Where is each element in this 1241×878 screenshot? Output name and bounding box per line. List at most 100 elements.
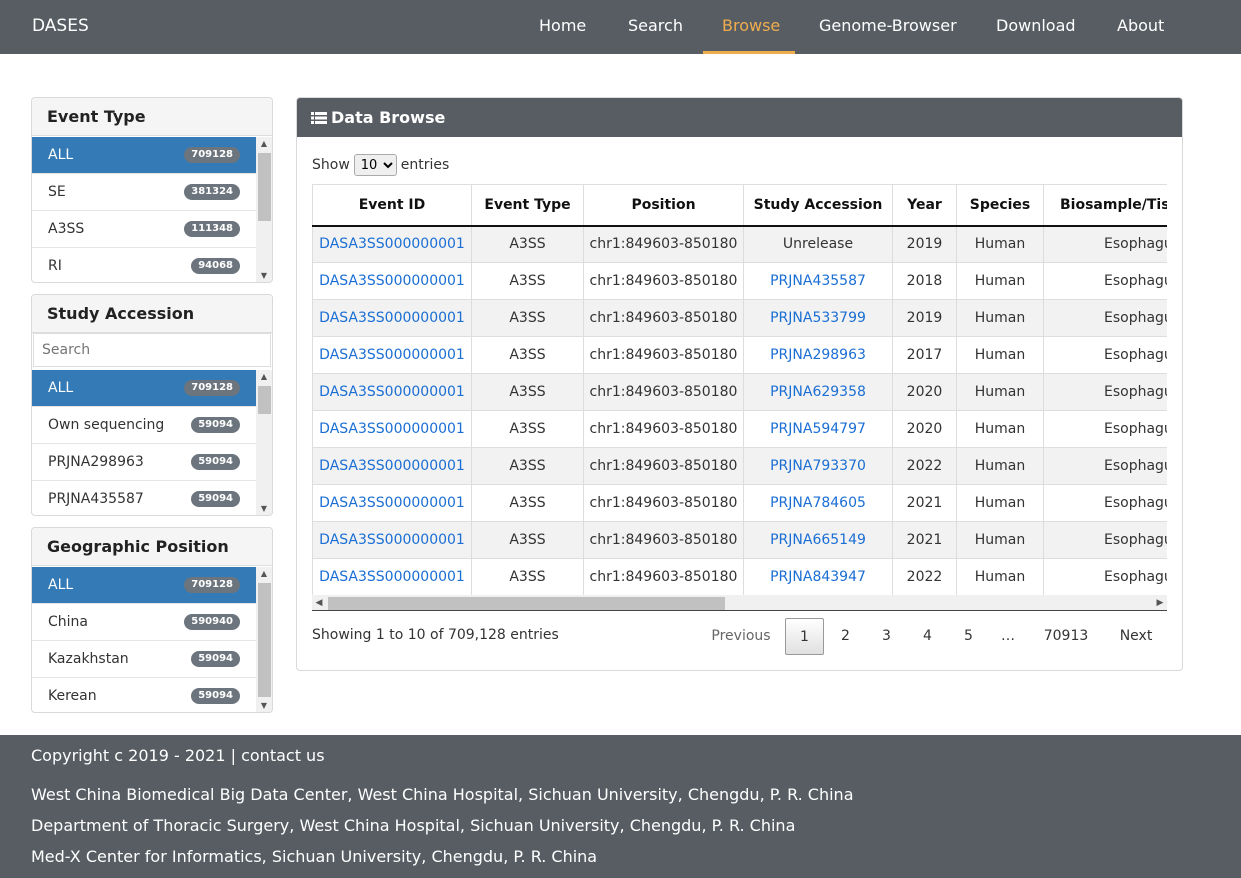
event-id-link[interactable]: DASA3SS000000001	[319, 236, 465, 252]
table-cell: Esophagu	[1043, 521, 1167, 559]
pagination-next[interactable]: Next	[1105, 618, 1167, 655]
column-header-year[interactable]: Year	[892, 184, 957, 227]
list-item-label: ALL	[48, 147, 74, 163]
scroll-up-icon[interactable]: ▲	[256, 137, 272, 151]
scroll-left-icon[interactable]: ◀	[312, 595, 326, 611]
study-item-all[interactable]: ALL 709128	[32, 370, 256, 407]
table-cell: DASA3SS000000001	[312, 373, 472, 411]
count-badge: 709128	[184, 380, 240, 396]
scroll-right-icon[interactable]: ▶	[1153, 595, 1167, 611]
study-search-input[interactable]	[33, 333, 271, 367]
event-type-cell: A3SS	[509, 273, 546, 289]
scroll-thumb[interactable]	[258, 153, 271, 221]
scroll-thumb[interactable]	[328, 597, 725, 610]
biosample-cell: Esophagu	[1104, 273, 1167, 289]
geo-item-china[interactable]: China 590940	[32, 604, 256, 641]
biosample-cell: Esophagu	[1104, 236, 1167, 253]
study-item-prjna435587[interactable]: PRJNA435587 59094	[32, 481, 256, 515]
pagination-ellipsis: …	[1001, 628, 1015, 644]
nav-about[interactable]: About	[1117, 16, 1164, 35]
study-item-prjna298963[interactable]: PRJNA298963 59094	[32, 444, 256, 481]
list-item-label: RI	[48, 258, 62, 274]
active-nav-indicator	[703, 51, 795, 54]
study-accession-link[interactable]: PRJNA793370	[770, 458, 866, 474]
show-label: Show	[312, 157, 350, 173]
event-type-list: ALL 709128 SE 381324 A3SS 111348 RI 9406…	[32, 137, 256, 282]
biosample-cell: Esophagu	[1104, 384, 1167, 400]
pagination-page-4[interactable]: 4	[908, 618, 947, 655]
table-cell: A3SS	[471, 447, 584, 485]
nav-genome-browser[interactable]: Genome-Browser	[819, 16, 957, 35]
brand-logo[interactable]: DASES	[32, 16, 89, 36]
study-accession-link[interactable]: PRJNA665149	[770, 532, 866, 548]
event-id-link[interactable]: DASA3SS000000001	[319, 495, 465, 511]
year-cell: 2021	[906, 495, 943, 511]
geo-item-kerean[interactable]: Kerean 59094	[32, 678, 256, 712]
table-cell: Esophagu	[1043, 484, 1167, 522]
study-item-own-sequencing[interactable]: Own sequencing 59094	[32, 407, 256, 444]
list-item-label: PRJNA435587	[48, 491, 144, 507]
table-cell: A3SS	[471, 299, 584, 337]
event-id-link[interactable]: DASA3SS000000001	[319, 347, 465, 363]
table-cell: Esophagu	[1043, 410, 1167, 448]
position-cell: chr1:849603-850180	[589, 421, 738, 437]
study-accession-scrollbar[interactable]: ▲ ▼	[256, 370, 272, 515]
pagination-page-2[interactable]: 2	[826, 618, 865, 655]
pagination-page-5[interactable]: 5	[949, 618, 988, 655]
event-type-cell: A3SS	[509, 236, 546, 253]
nav-search[interactable]: Search	[628, 16, 683, 35]
pagination-previous[interactable]: Previous	[701, 618, 781, 655]
table-cell: PRJNA784605	[743, 484, 893, 522]
nav-browse[interactable]: Browse	[722, 16, 780, 35]
event-type-scrollbar[interactable]: ▲ ▼	[256, 137, 272, 282]
study-accession-link[interactable]: PRJNA533799	[770, 310, 866, 326]
study-accession-link[interactable]: PRJNA629358	[770, 384, 866, 400]
geo-item-all[interactable]: ALL 709128	[32, 567, 256, 604]
scroll-up-icon[interactable]: ▲	[256, 567, 272, 581]
nav-home[interactable]: Home	[539, 16, 586, 35]
table-cell: Esophagu	[1043, 447, 1167, 485]
event-type-item-se[interactable]: SE 381324	[32, 174, 256, 211]
scroll-down-icon[interactable]: ▼	[256, 699, 272, 712]
pagination-page-3[interactable]: 3	[867, 618, 906, 655]
column-header-species[interactable]: Species	[956, 184, 1044, 227]
event-id-link[interactable]: DASA3SS000000001	[319, 569, 465, 585]
column-header-study-accession[interactable]: Study Accession	[743, 184, 893, 227]
event-type-item-ri[interactable]: RI 94068	[32, 248, 256, 282]
study-accession-link[interactable]: PRJNA784605	[770, 495, 866, 511]
column-header-position[interactable]: Position	[583, 184, 744, 227]
scroll-thumb[interactable]	[258, 583, 271, 697]
event-id-link[interactable]: DASA3SS000000001	[319, 310, 465, 326]
column-header-event-type[interactable]: Event Type	[471, 184, 584, 227]
scroll-down-icon[interactable]: ▼	[256, 502, 272, 515]
scroll-down-icon[interactable]: ▼	[256, 269, 272, 282]
table-horizontal-scrollbar[interactable]: ◀ ▶	[312, 595, 1167, 611]
page-size-select[interactable]: 10	[353, 154, 397, 176]
count-badge: 709128	[184, 577, 240, 593]
study-accession-link[interactable]: PRJNA298963	[770, 347, 866, 363]
study-accession-link[interactable]: PRJNA435587	[770, 273, 866, 289]
scroll-up-icon[interactable]: ▲	[256, 370, 272, 384]
footer-affiliation: West China Biomedical Big Data Center, W…	[31, 785, 854, 804]
table-cell: 2022	[892, 447, 957, 485]
geo-item-kazakhstan[interactable]: Kazakhstan 59094	[32, 641, 256, 678]
scroll-thumb[interactable]	[258, 386, 271, 414]
event-type-item-all[interactable]: ALL 709128	[32, 137, 256, 174]
column-header-event-id[interactable]: Event ID	[312, 184, 472, 227]
pagination-page-1[interactable]: 1	[785, 618, 824, 655]
pagination-page-last[interactable]: 70913	[1035, 618, 1097, 655]
event-id-link[interactable]: DASA3SS000000001	[319, 458, 465, 474]
table-cell: DASA3SS000000001	[312, 262, 472, 300]
event-id-link[interactable]: DASA3SS000000001	[319, 532, 465, 548]
event-id-link[interactable]: DASA3SS000000001	[319, 384, 465, 400]
nav-download[interactable]: Download	[996, 16, 1076, 35]
study-accession-link[interactable]: PRJNA843947	[770, 569, 866, 585]
list-icon	[311, 112, 327, 124]
study-accession-link[interactable]: PRJNA594797	[770, 421, 866, 437]
column-header-biosample[interactable]: Biosample/Tiss	[1043, 184, 1167, 227]
event-id-link[interactable]: DASA3SS000000001	[319, 273, 465, 289]
geographic-position-scrollbar[interactable]: ▲ ▼	[256, 567, 272, 712]
event-type-item-a3ss[interactable]: A3SS 111348	[32, 211, 256, 248]
table-cell: chr1:849603-850180	[583, 373, 744, 411]
event-id-link[interactable]: DASA3SS000000001	[319, 421, 465, 437]
